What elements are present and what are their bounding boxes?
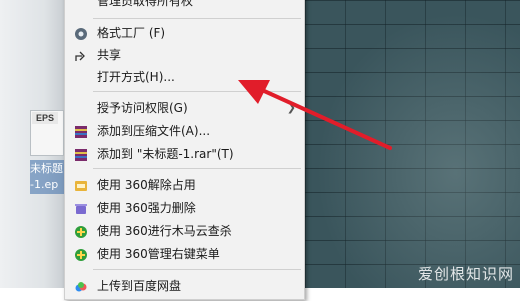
annotation-red-arrow bbox=[238, 80, 392, 150]
watermark-text: 爱创根知识网 bbox=[417, 265, 514, 283]
